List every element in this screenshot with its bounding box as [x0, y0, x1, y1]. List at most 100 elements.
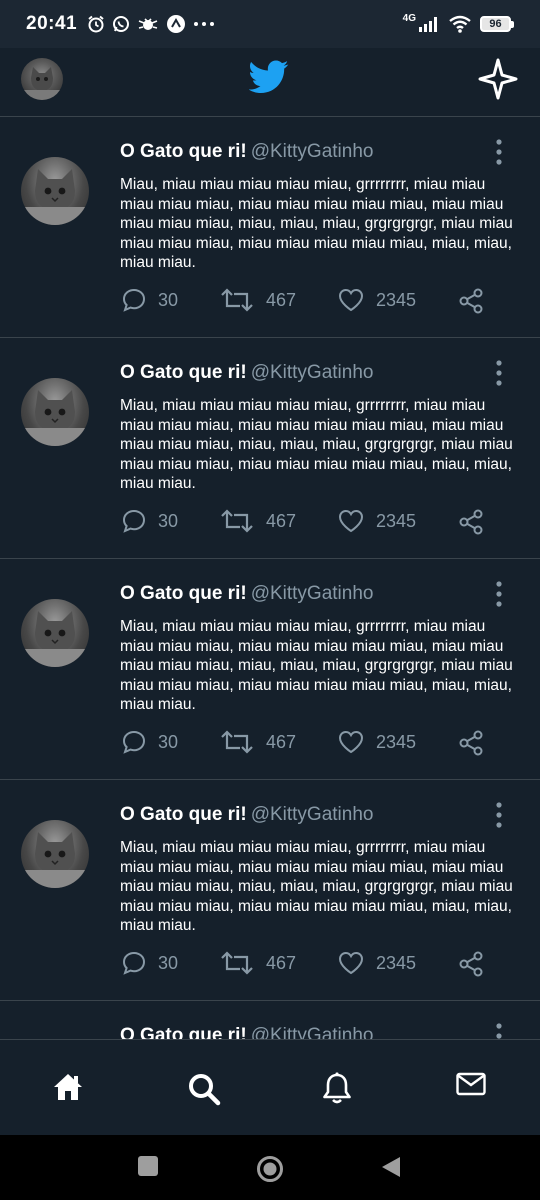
battery-level: 96	[480, 16, 511, 32]
share-button[interactable]	[458, 951, 484, 977]
tweet-avatar[interactable]	[21, 378, 89, 446]
like-button[interactable]: 2345	[338, 288, 416, 312]
retweet-icon	[221, 288, 253, 312]
cat-avatar-icon	[21, 390, 89, 446]
more-options-icon[interactable]	[494, 581, 504, 607]
mail-icon[interactable]	[456, 1072, 486, 1096]
tweet[interactable]: O Gato que ri! @KittyGatinho Miau, miau m…	[0, 117, 540, 338]
system-navigation-bar	[0, 1135, 540, 1200]
reply-icon	[122, 288, 146, 312]
top-bar	[0, 48, 540, 117]
tweet-author-name[interactable]: O Gato que ri!	[120, 362, 247, 383]
reply-count: 30	[158, 731, 179, 752]
signal-icon	[419, 17, 437, 32]
search-icon[interactable]	[187, 1072, 221, 1106]
retweet-count: 467	[266, 952, 297, 973]
heart-icon	[338, 288, 364, 312]
reply-button[interactable]: 30	[122, 951, 178, 975]
retweet-icon	[221, 951, 253, 975]
tweet-avatar[interactable]	[21, 820, 89, 888]
tweet-actions: 30 467 2345	[120, 288, 520, 314]
share-button[interactable]	[458, 288, 484, 314]
tweet-author-handle[interactable]: @KittyGatinho	[251, 362, 374, 383]
tweet-text: Miau, miau miau miau miau miau, grrrrrrr…	[120, 839, 513, 935]
tweet-author-handle[interactable]: @KittyGatinho	[251, 583, 374, 604]
cat-avatar-icon	[21, 67, 63, 100]
status-time: 20:41	[26, 13, 78, 34]
reply-count: 30	[158, 510, 179, 531]
retweet-button[interactable]: 467	[220, 951, 296, 975]
cat-avatar-icon	[21, 169, 89, 225]
tweet-header: O Gato que ri! @KittyGatinho	[120, 804, 373, 826]
tweet-author-name[interactable]: O Gato que ri!	[120, 583, 247, 604]
tweet[interactable]: O Gato que ri! @KittyGatinho Miau, miau m…	[0, 559, 540, 780]
tweet-author-handle[interactable]: @KittyGatinho	[251, 804, 374, 825]
tweet-text: Miau, miau miau miau miau miau, grrrrrrr…	[120, 397, 513, 493]
tweet-author-name[interactable]: O Gato que ri!	[120, 141, 247, 162]
tweet-header: O Gato que ri! @KittyGatinho	[120, 583, 373, 605]
recent-apps-icon[interactable]	[137, 1155, 159, 1177]
status-bar: 20:41 4G 96	[0, 0, 540, 48]
share-button[interactable]	[458, 509, 484, 535]
tweet-avatar[interactable]	[21, 157, 89, 225]
share-button[interactable]	[458, 730, 484, 756]
share-icon	[459, 951, 483, 977]
tweet-header: O Gato que ri! @KittyGatinho	[120, 1025, 373, 1039]
retweet-button[interactable]: 467	[220, 509, 296, 533]
retweet-count: 467	[266, 731, 297, 752]
retweet-icon	[221, 730, 253, 754]
share-icon	[459, 288, 483, 314]
whatsapp-icon	[113, 16, 130, 32]
cat-avatar-icon	[21, 832, 89, 888]
retweet-icon	[221, 509, 253, 533]
more-options-icon[interactable]	[494, 1023, 504, 1039]
sparkle-icon[interactable]	[478, 58, 518, 100]
reply-button[interactable]: 30	[122, 288, 178, 312]
share-icon	[459, 730, 483, 756]
tweet-actions: 30 467 2345	[120, 730, 520, 756]
more-options-icon[interactable]	[494, 802, 504, 828]
reply-icon	[122, 730, 146, 754]
tweet[interactable]: O Gato que ri! @KittyGatinho Miau, miau m…	[0, 780, 540, 1001]
back-icon[interactable]	[380, 1155, 402, 1179]
bottom-navigation	[0, 1039, 540, 1135]
timeline-feed[interactable]: O Gato que ri! @KittyGatinho Miau, miau m…	[0, 117, 540, 1039]
tweet[interactable]: O Gato que ri! @KittyGatinho	[0, 1001, 540, 1039]
cat-avatar-icon	[21, 611, 89, 667]
tweet-author-name[interactable]: O Gato que ri!	[120, 804, 247, 825]
more-options-icon[interactable]	[494, 139, 504, 165]
more-options-icon[interactable]	[494, 360, 504, 386]
home-icon[interactable]	[52, 1072, 84, 1102]
reply-count: 30	[158, 952, 179, 973]
tweet-author-handle[interactable]: @KittyGatinho	[251, 141, 374, 162]
alarm-icon	[88, 15, 104, 33]
like-button[interactable]: 2345	[338, 730, 416, 754]
tweet-avatar[interactable]	[21, 599, 89, 667]
reply-icon	[122, 509, 146, 533]
like-button[interactable]: 2345	[338, 951, 416, 975]
reply-button[interactable]: 30	[122, 509, 178, 533]
bug-icon	[138, 18, 158, 30]
reply-button[interactable]: 30	[122, 730, 178, 754]
bell-icon[interactable]	[322, 1072, 352, 1106]
like-button[interactable]: 2345	[338, 509, 416, 533]
retweet-count: 467	[266, 510, 297, 531]
tweet-actions: 30 467 2345	[120, 509, 520, 535]
tweet[interactable]: O Gato que ri! @KittyGatinho Miau, miau m…	[0, 338, 540, 559]
tweet-author-name[interactable]: O Gato que ri!	[120, 1025, 247, 1039]
more-notifications-icon	[194, 22, 215, 26]
reply-icon	[122, 951, 146, 975]
heart-icon	[338, 509, 364, 533]
heart-icon	[338, 951, 364, 975]
retweet-button[interactable]: 467	[220, 288, 296, 312]
tweet-header: O Gato que ri! @KittyGatinho	[120, 141, 373, 163]
like-count: 2345	[376, 289, 417, 310]
heart-icon	[338, 730, 364, 754]
share-icon	[459, 509, 483, 535]
tweet-text: Miau, miau miau miau miau miau, grrrrrrr…	[120, 176, 513, 272]
twitter-bird-icon	[249, 60, 289, 93]
retweet-button[interactable]: 467	[220, 730, 296, 754]
profile-avatar[interactable]	[21, 58, 63, 100]
home-button-icon[interactable]	[256, 1155, 284, 1183]
tweet-author-handle[interactable]: @KittyGatinho	[251, 1025, 374, 1039]
